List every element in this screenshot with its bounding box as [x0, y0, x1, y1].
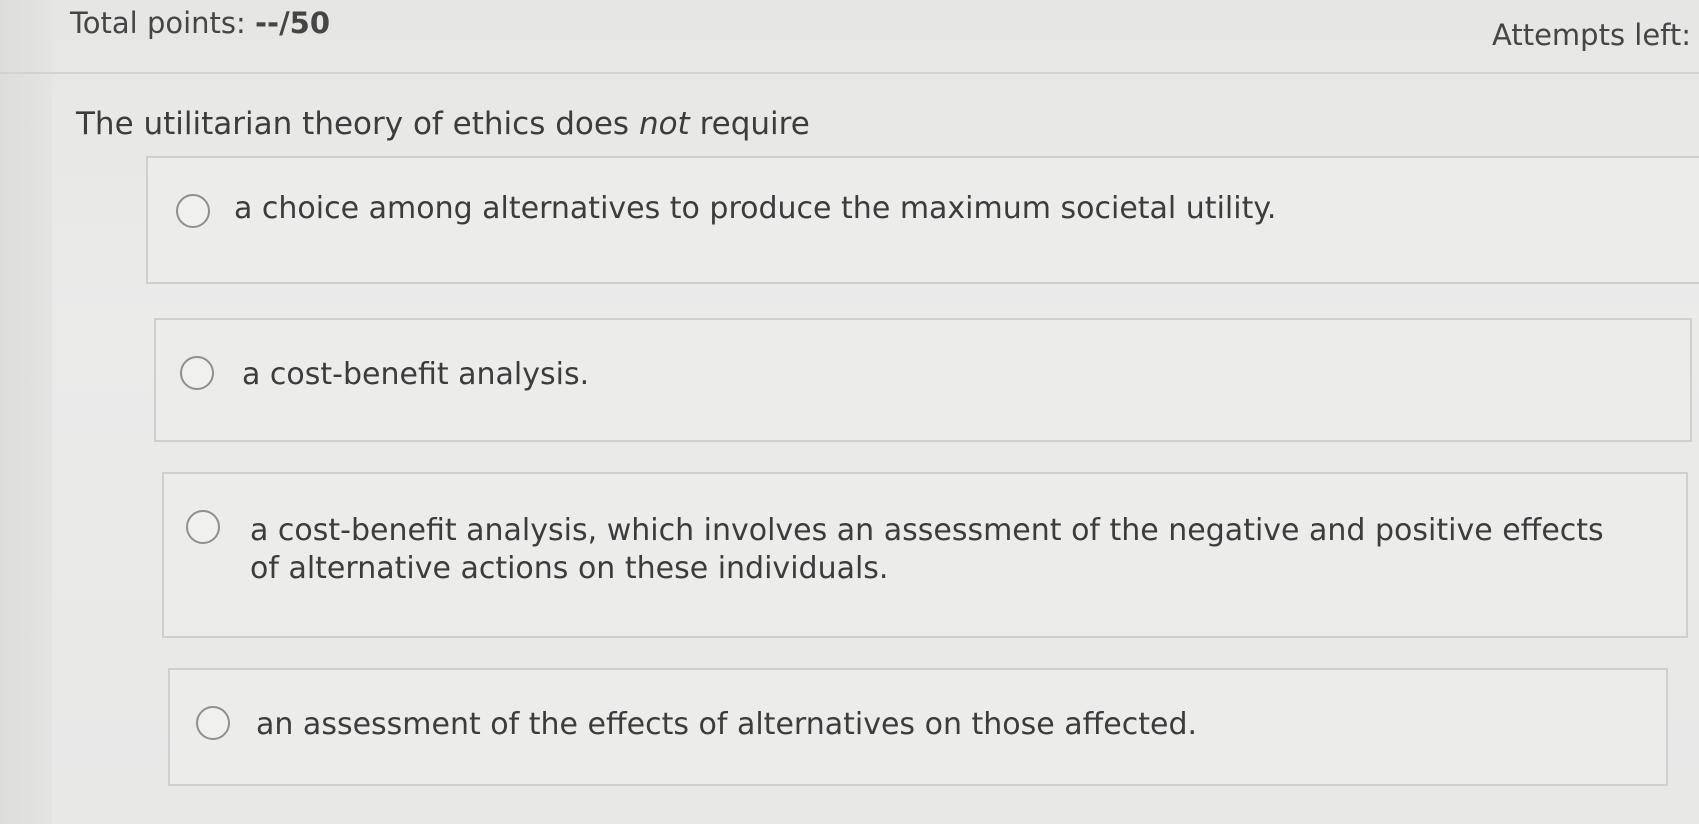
answer-option-4[interactable]: an assessment of the effects of alternat…	[168, 668, 1668, 786]
quiz-header: Total points: --/50 Attempts left:	[0, 0, 1699, 74]
answer-option-1-label[interactable]: a choice among alternatives to produce t…	[234, 190, 1276, 228]
answer-option-2[interactable]: a cost-benefit analysis.	[154, 318, 1692, 442]
question-text: The utilitarian theory of ethics does no…	[76, 106, 810, 142]
answer-option-3-label[interactable]: a cost-benefit analysis, which involves …	[250, 512, 1630, 588]
answer-option-3[interactable]: a cost-benefit analysis, which involves …	[162, 472, 1688, 638]
total-points-value: --/50	[255, 6, 331, 40]
answer-option-4-label[interactable]: an assessment of the effects of alternat…	[256, 706, 1197, 744]
total-points-label: Total points:	[70, 6, 256, 40]
answer-option-2-label[interactable]: a cost-benefit analysis.	[242, 356, 589, 394]
quiz-screen: Total points: --/50 Attempts left: The u…	[0, 0, 1699, 824]
question-text-before: The utilitarian theory of ethics does	[76, 106, 639, 142]
question-emphasis: not	[638, 106, 690, 142]
attempts-left-label: Attempts left:	[1492, 18, 1692, 52]
answer-option-1[interactable]: a choice among alternatives to produce t…	[146, 156, 1699, 284]
left-margin	[0, 0, 52, 824]
radio-button-option-1[interactable]	[176, 194, 210, 228]
total-points: Total points: --/50	[70, 6, 330, 40]
radio-button-option-2[interactable]	[180, 356, 214, 390]
question-text-after: require	[689, 106, 810, 142]
radio-button-option-4[interactable]	[196, 706, 230, 740]
radio-button-option-3[interactable]	[186, 510, 220, 544]
